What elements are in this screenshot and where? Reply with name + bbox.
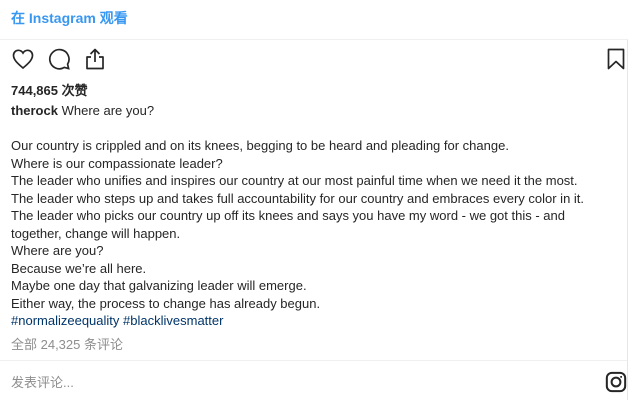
view-all-comments-link[interactable]: 全部 24,325 条评论 (11, 334, 123, 353)
caption-line: Because we’re all here. (11, 260, 147, 276)
caption-headline: therock Where are you? (11, 102, 611, 120)
like-count[interactable]: 744,865 次赞 (11, 80, 88, 99)
caption-line: Where is our compassionate leader? (11, 155, 223, 171)
caption-line: Our country is crippled and on its knees… (11, 138, 509, 153)
caption-line: together, change will happen. (11, 225, 181, 241)
caption-line: Either way, the process to change has al… (11, 295, 321, 311)
username-link[interactable]: therock (11, 103, 58, 118)
caption-line: Where are you? (11, 243, 104, 258)
caption-body: Our country is crippled and on its knees… (11, 137, 611, 330)
comment-input[interactable] (11, 372, 571, 392)
caption-line: The leader who picks our country up off … (11, 208, 565, 223)
caption-line: Maybe one day that galvanizing leader wi… (11, 278, 307, 293)
action-bar (11, 47, 107, 71)
hashtag-line: #normalizeequality #blacklivesmatter (11, 312, 611, 330)
headline-text: Where are you? (61, 103, 155, 118)
comment-bubble-icon[interactable] (47, 47, 71, 71)
hashtag-link[interactable]: #blacklivesmatter (123, 313, 223, 328)
bookmark-icon[interactable] (604, 47, 628, 71)
post-caption: therock Where are you? Our country is cr… (11, 102, 611, 330)
hashtag-link[interactable]: #normalizeequality (11, 313, 119, 328)
share-icon[interactable] (83, 47, 107, 71)
caption-line: The leader who steps up and takes full a… (11, 190, 585, 206)
heart-icon[interactable] (11, 47, 35, 71)
divider (0, 360, 627, 361)
instagram-glyph-icon[interactable] (605, 371, 627, 398)
view-on-instagram-link[interactable]: 在 Instagram 观看 (11, 8, 128, 28)
caption-line: The leader who unifies and inspires our … (11, 173, 578, 188)
